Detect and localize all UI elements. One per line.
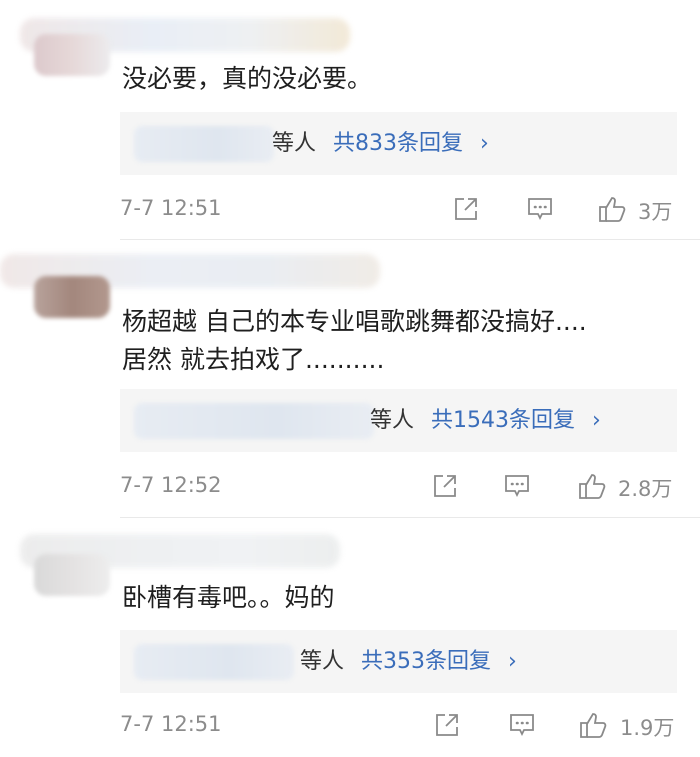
thumbs-up-icon[interactable] [597,194,627,224]
comment-meta: 7-7 12:52 2.8万 [120,467,680,507]
share-icon[interactable] [451,194,481,224]
chevron-right-icon: › [592,408,601,433]
reply-preview[interactable]: 等人 共833条回复 › [120,112,677,175]
reply-names-blur [134,126,274,162]
reply-names-blur [134,644,294,680]
share-icon[interactable] [432,710,462,740]
reply-preview[interactable]: 等人 共1543条回复 › [120,389,677,452]
reply-total-link[interactable]: 共1543条回复 [431,408,575,433]
timestamp: 7-7 12:51 [120,712,222,736]
reply-preview[interactable]: 等人 共353条回复 › [120,630,677,693]
avatar[interactable] [34,34,110,76]
reply-total-link[interactable]: 共833条回复 [333,131,463,156]
avatar[interactable] [34,276,110,318]
thumbs-up-icon[interactable] [577,471,607,501]
reply-suffix: 等人 [370,408,415,433]
comment-meta: 7-7 12:51 3万 [120,190,680,230]
like-count: 1.9万 [620,716,675,740]
timestamp: 7-7 12:52 [120,473,222,497]
like-count: 3万 [638,200,673,224]
share-icon[interactable] [430,471,460,501]
comment-item: 卧槽有毒吧。。妈的 等人 共353条回复 › 7-7 12:51 1.9万 [0,518,700,757]
comment-icon[interactable] [502,471,532,501]
comment-text: 卧槽有毒吧。。妈的 [122,583,335,612]
chevron-right-icon: › [508,649,517,674]
comment-text: 杨超越 自己的本专业唱歌跳舞都没搞好.... 居然 就去拍戏了.........… [122,307,587,374]
reply-summary[interactable]: 等人 共1543条回复 › [370,405,601,437]
reply-summary[interactable]: 等人 共833条回复 › [272,128,489,160]
comment-item: 没必要，真的没必要。 等人 共833条回复 › 7-7 12:51 3万 [0,0,700,235]
comment-icon[interactable] [525,194,555,224]
reply-total-link[interactable]: 共353条回复 [361,649,491,674]
reply-names-blur [134,403,374,439]
reply-suffix: 等人 [272,131,317,156]
like-count: 2.8万 [618,477,673,501]
chevron-right-icon: › [480,131,489,156]
comment-meta: 7-7 12:51 1.9万 [120,706,680,746]
comment-text: 没必要，真的没必要。 [122,64,373,93]
timestamp: 7-7 12:51 [120,196,222,220]
avatar[interactable] [34,554,110,596]
comment-icon[interactable] [507,710,537,740]
comment-item: 杨超越 自己的本专业唱歌跳舞都没搞好.... 居然 就去拍戏了.........… [0,240,700,515]
reply-suffix: 等人 [300,649,345,674]
reply-summary[interactable]: 等人 共353条回复 › [300,646,517,678]
thumbs-up-icon[interactable] [578,710,608,740]
